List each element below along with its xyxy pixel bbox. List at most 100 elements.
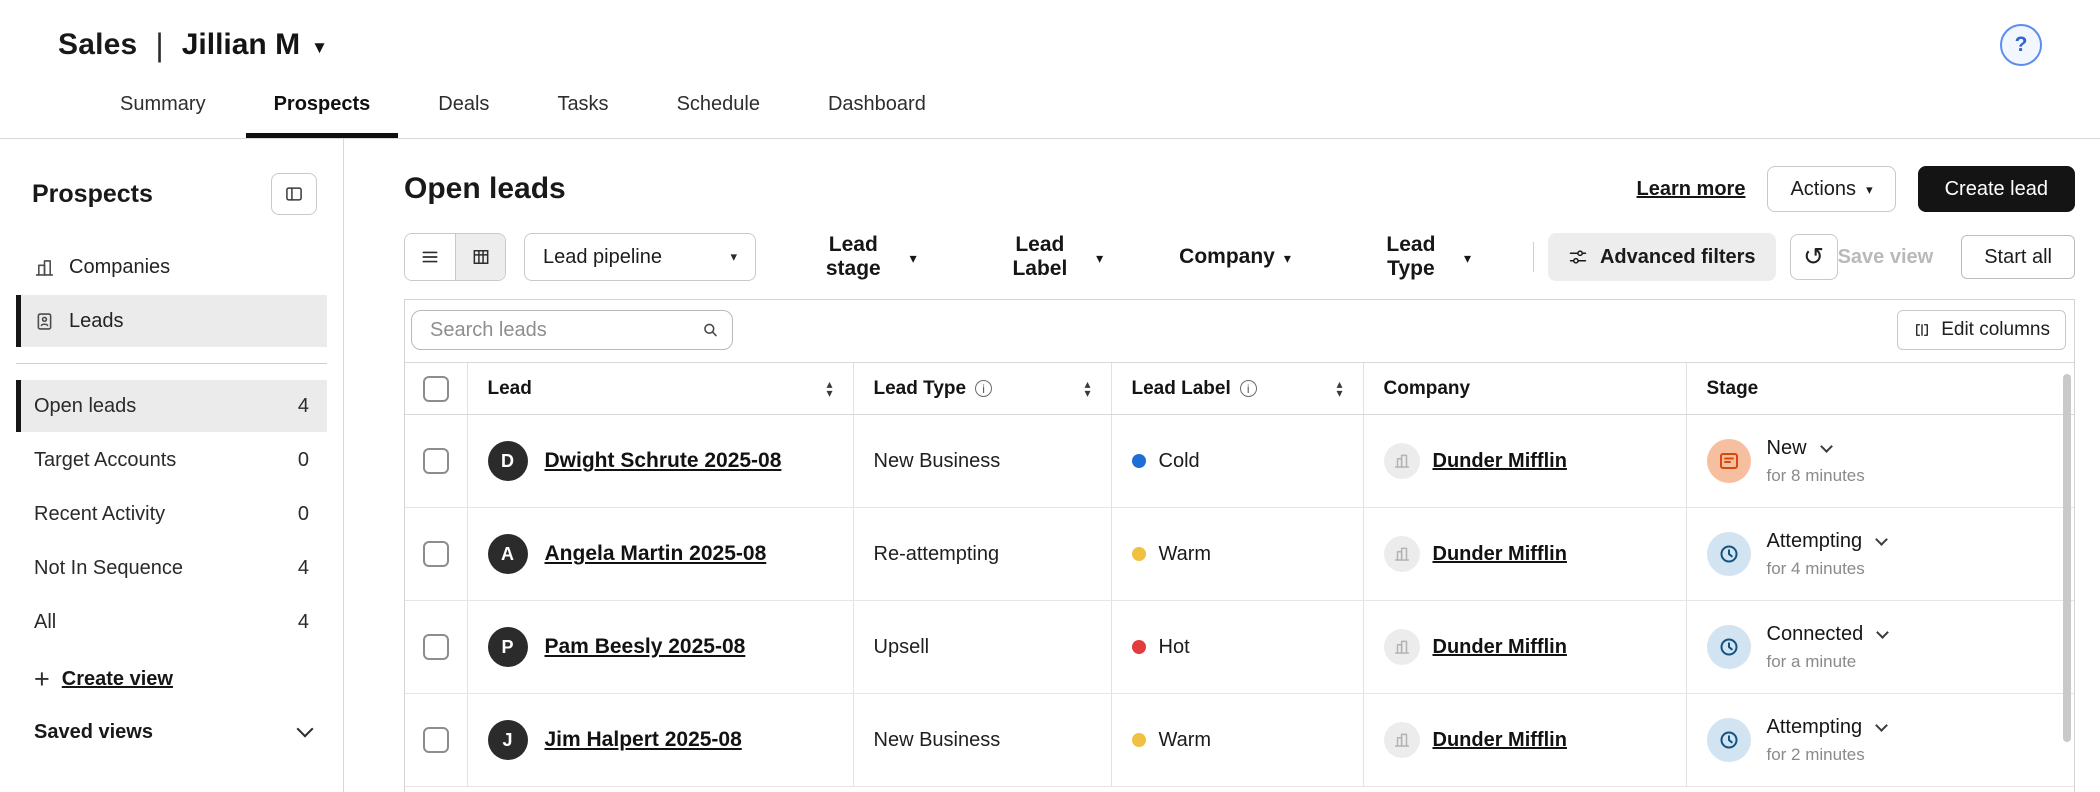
- filter-lead-label[interactable]: Lead Label ▾: [993, 233, 1103, 281]
- view-item-all[interactable]: All 4: [16, 596, 327, 648]
- saved-views-toggle[interactable]: Saved views: [34, 720, 314, 744]
- chevron-down-icon: [296, 720, 314, 738]
- column-label-company: Company: [1383, 377, 1471, 399]
- save-view-button[interactable]: Save view: [1838, 246, 1934, 269]
- grid-view-button[interactable]: [455, 234, 505, 280]
- stage-dropdown-icon[interactable]: [1875, 532, 1888, 546]
- topbar: Sales | Jillian M ▼ ?: [0, 0, 2100, 76]
- user-menu-button[interactable]: Jillian M ▼: [182, 28, 328, 62]
- stage-dropdown-icon[interactable]: [1875, 718, 1888, 732]
- lead-avatar: J: [487, 720, 528, 760]
- filter-company[interactable]: Company ▾: [1179, 233, 1291, 281]
- create-view-button[interactable]: + Create view: [34, 666, 173, 693]
- stage-value: Attempting: [1766, 529, 1863, 552]
- filter-label: Company: [1179, 245, 1275, 268]
- filter-lead-stage[interactable]: Lead stage ▾: [806, 233, 917, 281]
- column-label-lead-type: Lead Type: [873, 377, 967, 399]
- sort-icon[interactable]: ▴ ▾: [1336, 378, 1343, 400]
- filter-lead-type[interactable]: Lead Type ▾: [1367, 233, 1471, 281]
- company-link[interactable]: Dunder Mifflin: [1433, 450, 1567, 473]
- info-icon[interactable]: [1239, 380, 1257, 397]
- chevron-down-icon: ▾: [1866, 182, 1873, 197]
- search-input[interactable]: [411, 310, 733, 350]
- row-checkbox[interactable]: [422, 541, 449, 567]
- label-color-dot: [1131, 454, 1146, 468]
- lead-name-link[interactable]: Jim Halpert 2025-08: [545, 728, 742, 752]
- filter-bar: Lead stage ▾ Lead Label ▾ Company ▾ Lead…: [806, 233, 1471, 281]
- edit-columns-button[interactable]: Edit columns: [1897, 310, 2066, 350]
- lead-name-link[interactable]: Pam Beesly 2025-08: [545, 635, 746, 659]
- learn-more-link[interactable]: Learn more: [1637, 178, 1746, 201]
- tab-summary[interactable]: Summary: [92, 76, 234, 138]
- view-item-not-in-sequence[interactable]: Not In Sequence 4: [16, 542, 327, 594]
- list-view-button[interactable]: [405, 234, 455, 280]
- main-content: Open leads Learn more Actions ▾ Create l…: [344, 139, 2100, 792]
- lead-avatar: P: [487, 627, 528, 667]
- lead-type-value: Re-attempting: [873, 542, 1000, 565]
- column-header-company[interactable]: Company: [1362, 362, 1686, 415]
- question-icon: ?: [2014, 33, 2028, 56]
- stage-dropdown-icon[interactable]: [1819, 439, 1833, 453]
- column-header-lead-type[interactable]: Lead Type ▴▾: [852, 362, 1111, 415]
- lead-type-value: Upsell: [873, 635, 930, 658]
- leads-icon: [34, 311, 55, 332]
- company-link[interactable]: Dunder Mifflin: [1433, 543, 1567, 566]
- table-row[interactable]: D Dwight Schrute 2025-08 New Business Co…: [405, 414, 2074, 508]
- lead-type-value: New Business: [873, 728, 1001, 751]
- view-item-target-accounts[interactable]: Target Accounts 0: [16, 434, 327, 486]
- lead-name-link[interactable]: Dwight Schrute 2025-08: [545, 449, 782, 473]
- lead-name-link[interactable]: Angela Martin 2025-08: [545, 542, 767, 566]
- stage-duration: for 2 minutes: [1766, 744, 1865, 764]
- sidebar-item-companies[interactable]: Companies: [16, 241, 327, 293]
- tab-deals[interactable]: Deals: [410, 76, 517, 138]
- column-header-lead[interactable]: Lead ▴ ▾: [466, 362, 853, 415]
- sidebar-item-leads[interactable]: Leads: [16, 295, 327, 347]
- view-label: All: [34, 610, 57, 633]
- select-all-checkbox[interactable]: [422, 375, 449, 402]
- row-checkbox[interactable]: [422, 448, 449, 474]
- stage-value: New: [1766, 436, 1807, 459]
- sort-down-glyph: ▾: [1336, 385, 1343, 400]
- info-icon[interactable]: [975, 380, 993, 397]
- stage-dropdown-icon[interactable]: [1876, 625, 1890, 639]
- tab-label: Tasks: [557, 93, 609, 115]
- lead-type-value: New Business: [873, 449, 1001, 472]
- table-scrollbar[interactable]: [2063, 374, 2071, 742]
- company-link[interactable]: Dunder Mifflin: [1433, 636, 1567, 659]
- view-count: 4: [297, 556, 309, 579]
- pipeline-select[interactable]: Lead pipeline ▾: [524, 233, 756, 281]
- advanced-filters-button[interactable]: Advanced filters: [1547, 233, 1776, 281]
- chevron-down-icon: ▾: [1283, 250, 1291, 266]
- tab-schedule[interactable]: Schedule: [649, 76, 788, 138]
- tab-tasks[interactable]: Tasks: [529, 76, 636, 138]
- collapse-sidebar-button[interactable]: [271, 173, 317, 215]
- tab-prospects[interactable]: Prospects: [245, 76, 399, 138]
- create-lead-button[interactable]: Create lead: [1917, 166, 2075, 212]
- company-link[interactable]: Dunder Mifflin: [1433, 729, 1567, 752]
- create-view-label: Create view: [61, 668, 173, 690]
- reset-filters-button[interactable]: ↺: [1789, 234, 1838, 280]
- label-value: Warm: [1158, 542, 1212, 565]
- filter-label: Lead stage: [825, 233, 881, 280]
- sort-icon[interactable]: ▴ ▾: [826, 378, 832, 399]
- column-header-stage[interactable]: Stage: [1685, 362, 2074, 415]
- sidebar-divider: [16, 363, 327, 364]
- row-checkbox[interactable]: [422, 634, 449, 660]
- table-row[interactable]: P Pam Beesly 2025-08 Upsell Hot Dunder M…: [405, 600, 2074, 694]
- view-item-open-leads[interactable]: Open leads 4: [16, 380, 327, 432]
- start-all-button[interactable]: Start all: [1961, 235, 2075, 279]
- table-row[interactable]: A Angela Martin 2025-08 Re-attempting Wa…: [405, 507, 2074, 601]
- grid-icon: [471, 247, 491, 267]
- column-header-lead-label[interactable]: Lead Label ▴▾: [1110, 362, 1363, 415]
- view-count: 4: [297, 394, 309, 417]
- help-button[interactable]: ?: [2000, 24, 2042, 66]
- filter-label: Lead Type: [1386, 233, 1436, 280]
- view-item-recent-activity[interactable]: Recent Activity 0: [16, 488, 327, 540]
- row-checkbox[interactable]: [422, 727, 449, 753]
- sort-icon[interactable]: ▴ ▾: [1084, 378, 1090, 399]
- actions-button[interactable]: Actions ▾: [1767, 166, 1896, 212]
- tab-dashboard[interactable]: Dashboard: [800, 76, 954, 138]
- column-label-lead-label: Lead Label: [1131, 377, 1231, 399]
- tab-label: Deals: [438, 93, 490, 115]
- table-row[interactable]: J Jim Halpert 2025-08 New Business Warm: [405, 693, 2074, 787]
